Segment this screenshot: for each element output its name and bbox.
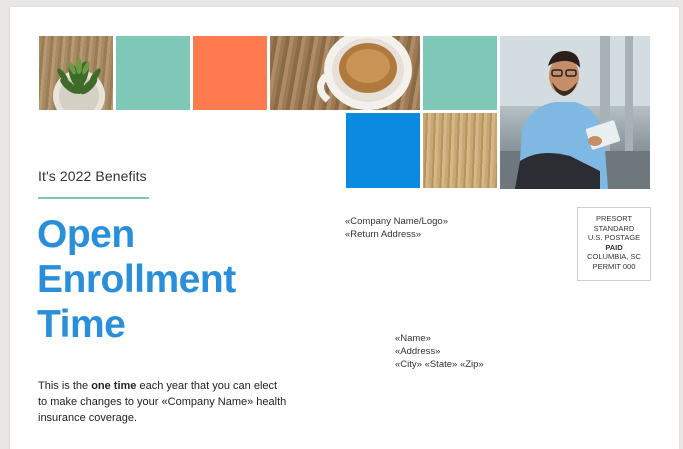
postage-line-1: PRESORT bbox=[595, 214, 633, 223]
postage-line-2: STANDARD bbox=[593, 223, 635, 233]
postage-line-5: COLUMBIA, SC bbox=[587, 252, 641, 261]
postage-paid: PAID bbox=[605, 242, 623, 252]
postage-line-6: PERMIT 000 bbox=[592, 261, 636, 271]
recipient-city-state-zip: «City» «State» «Zip» bbox=[395, 359, 484, 370]
body-intro: This is the bbox=[38, 380, 92, 392]
headline-line-1: Open bbox=[37, 213, 135, 256]
teal-color-block-2 bbox=[423, 36, 497, 110]
postage-line-3: U.S. POSTAGE bbox=[587, 233, 641, 242]
subtitle: It's 2022 Benefits bbox=[38, 168, 147, 184]
recipient-name: «Name» bbox=[395, 333, 431, 344]
return-address-line: «Return Address» bbox=[345, 229, 422, 240]
return-company-line: «Company Name/Logo» bbox=[345, 216, 448, 227]
headline-line-3: Time bbox=[37, 303, 126, 346]
subtitle-underline bbox=[38, 197, 149, 199]
postage-indicia: PRESORT STANDARD U.S. POSTAGE PAID COLUM… bbox=[577, 207, 651, 281]
body-text: This is the one time each year that you … bbox=[38, 378, 288, 426]
body-emphasis: one time bbox=[91, 380, 137, 392]
teal-color-block bbox=[116, 36, 190, 110]
return-address: «Company Name/Logo» «Return Address» bbox=[345, 215, 448, 241]
wood-texture-photo bbox=[423, 113, 497, 188]
man-with-tablet-photo bbox=[500, 36, 650, 189]
headline-line-2: Enrollment bbox=[37, 258, 236, 301]
headline: Open Enrollment Time bbox=[37, 212, 236, 347]
coffee-cup-photo bbox=[270, 36, 420, 110]
recipient-street: «Address» bbox=[395, 346, 441, 357]
plant-photo bbox=[39, 36, 113, 110]
orange-color-block bbox=[193, 36, 267, 110]
recipient-address: «Name» «Address» «City» «State» «Zip» bbox=[395, 332, 484, 371]
blue-color-block bbox=[346, 113, 420, 188]
